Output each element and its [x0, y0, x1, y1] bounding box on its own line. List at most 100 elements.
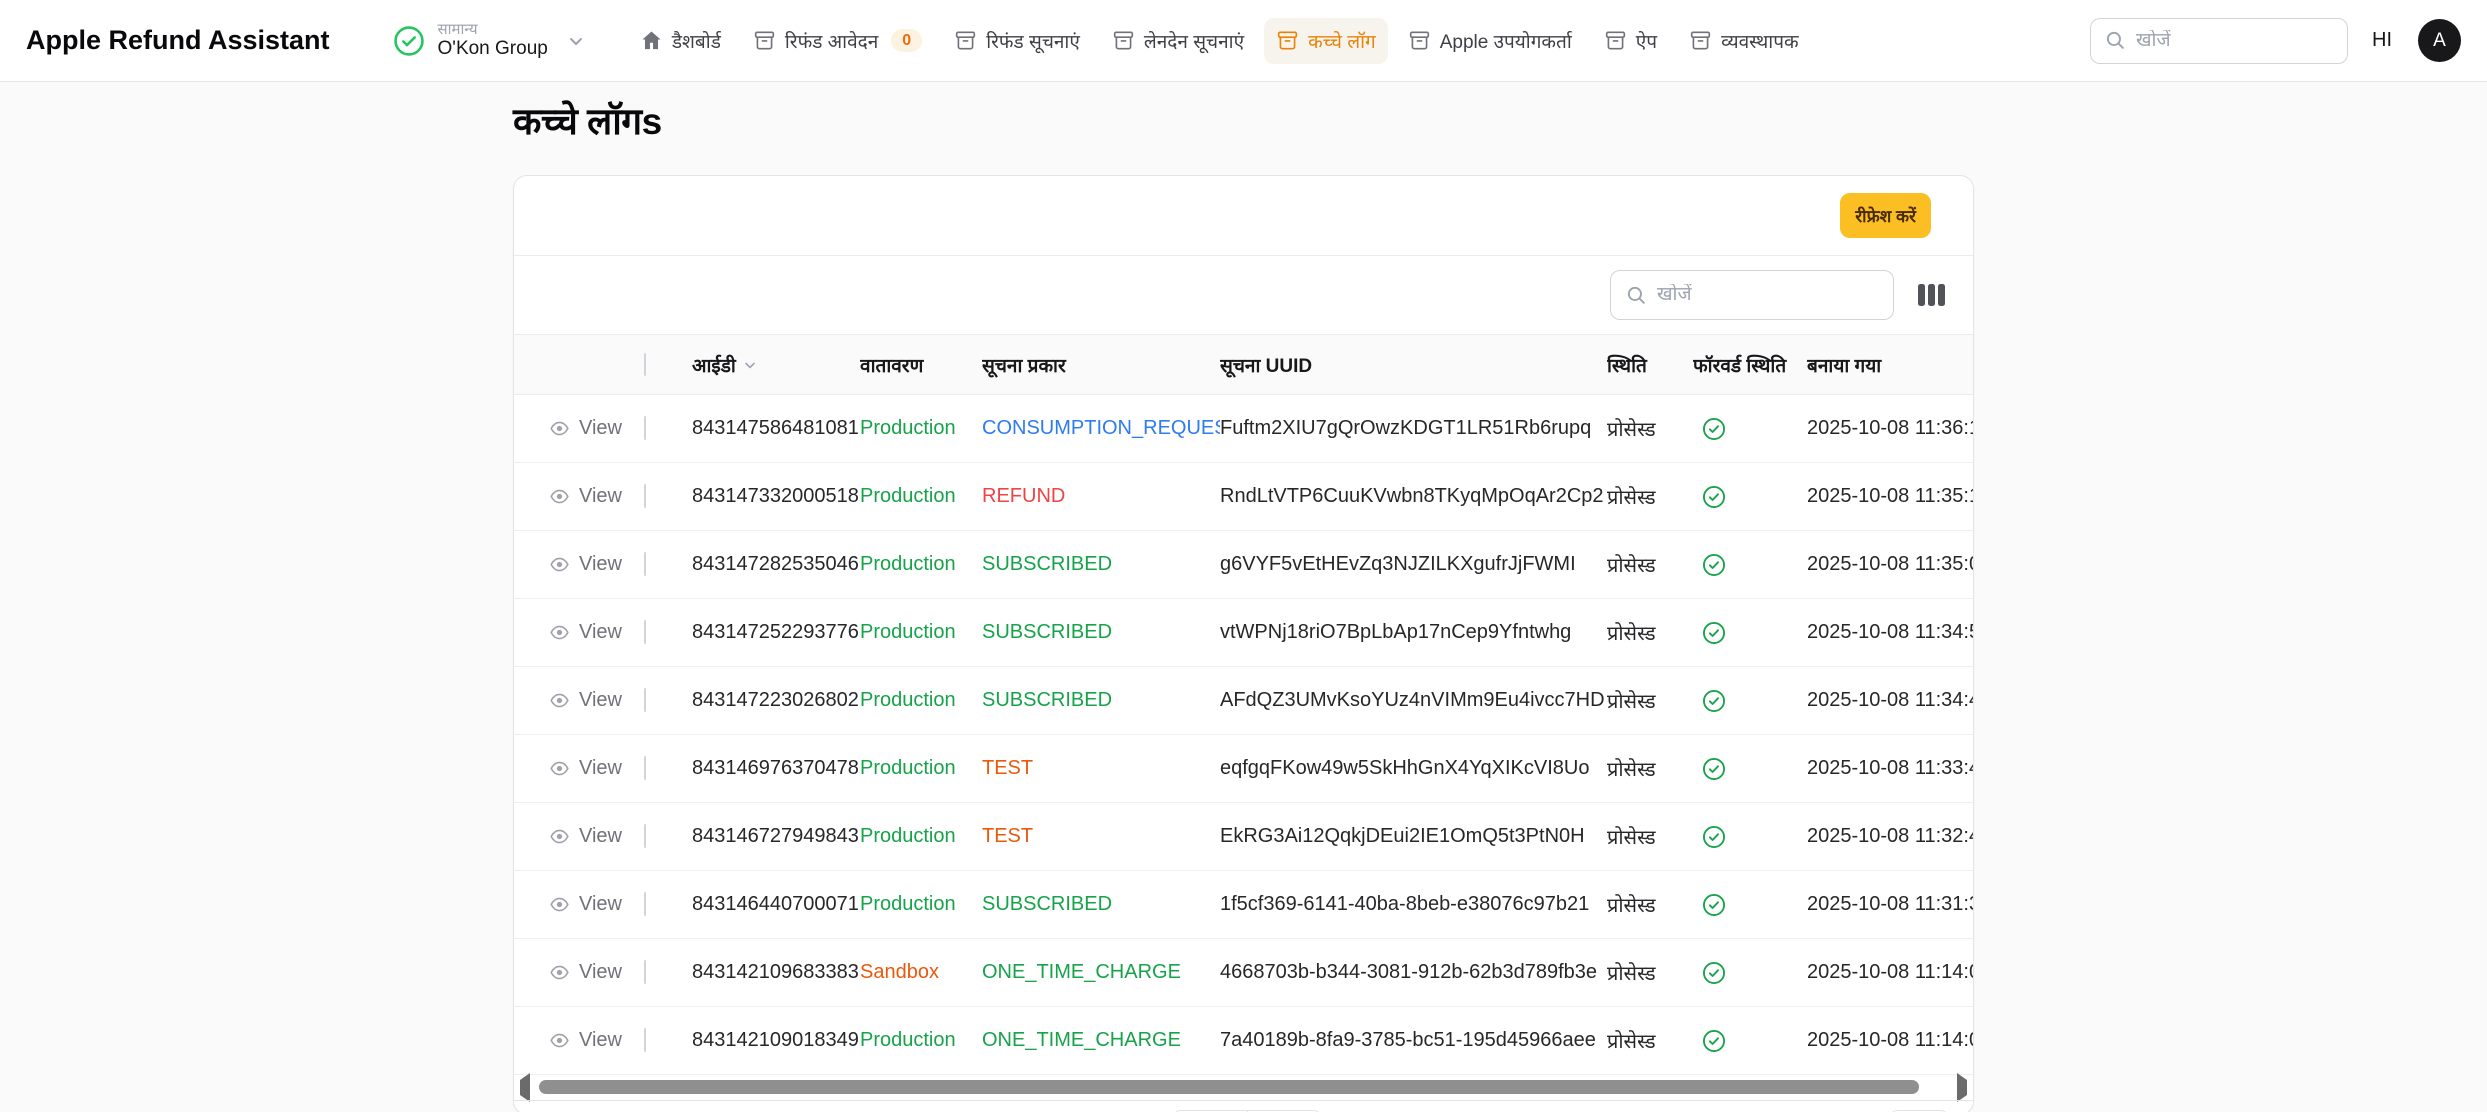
nav-item-label: कच्चे लॉग [1308, 28, 1376, 54]
row-checkbox[interactable] [644, 892, 646, 916]
chevron-down-icon [566, 31, 586, 51]
raw-logs-card: रीफ्रेश करें [513, 175, 1974, 1112]
environment-cell: Production [860, 395, 982, 463]
eye-icon [549, 758, 570, 779]
environment-cell: Production [860, 1007, 982, 1075]
row-checkbox[interactable] [644, 756, 646, 780]
eye-icon [549, 622, 570, 643]
forward-success-icon [1701, 892, 1727, 918]
created-cell: 2025-10-08 11:36:18 [1807, 395, 1973, 463]
nav-item-link[interactable]: रिफंड सूचनाएं [942, 18, 1092, 64]
created-cell: 2025-10-08 11:14:01 [1807, 939, 1973, 1007]
forward-success-icon [1701, 552, 1727, 578]
user-avatar[interactable]: A [2418, 19, 2461, 62]
app-title: Apple Refund Assistant [26, 25, 330, 56]
environment-cell: Production [860, 599, 982, 667]
notification-type-cell: SUBSCRIBED [982, 599, 1220, 667]
scroll-right-button[interactable] [1955, 1080, 1969, 1094]
global-search[interactable] [2090, 18, 2348, 64]
created-cell: 2025-10-08 11:31:38 [1807, 871, 1973, 939]
created-cell: 2025-10-08 11:34:49 [1807, 667, 1973, 735]
row-checkbox[interactable] [644, 484, 646, 508]
nav-item-link[interactable]: व्यवस्थापक [1677, 18, 1811, 64]
card-toolbar: रीफ्रेश करें [514, 176, 1973, 256]
global-search-input[interactable] [2136, 30, 2333, 52]
row-checkbox[interactable] [644, 620, 646, 644]
notification-uuid-cell: g6VYF5vEtHEvZq3NJZILKXgufrJjFWMI [1220, 531, 1607, 599]
row-checkbox[interactable] [644, 552, 646, 576]
nav-item-link[interactable]: Apple उपयोगकर्ता [1396, 18, 1584, 64]
select-all-checkbox[interactable] [644, 353, 646, 376]
scroll-left-button[interactable] [518, 1080, 532, 1094]
row-checkbox[interactable] [644, 1028, 646, 1052]
table-row: View 843146727949843 Production TEST EkR… [514, 803, 1973, 871]
status-cell: प्रोसेस्ड [1607, 599, 1693, 667]
page-title: कच्चे लॉगs [513, 94, 1974, 145]
status-cell: प्रोसेस्ड [1607, 531, 1693, 599]
table-row: View 843147252293776 Production SUBSCRIB… [514, 599, 1973, 667]
status-cell: प्रोसेस्ड [1607, 939, 1693, 1007]
nav-item-link[interactable]: रिफंड आवेदन 0 [741, 18, 934, 64]
view-record-link[interactable]: View [549, 1029, 644, 1052]
sort-by-id[interactable]: आईडी [692, 352, 860, 378]
id-cell: 843142109683383 [692, 939, 860, 1007]
eye-icon [549, 894, 570, 915]
status-cell: प्रोसेस्ड [1607, 667, 1693, 735]
nav-item-label: व्यवस्थापक [1721, 28, 1799, 54]
eye-icon [549, 554, 570, 575]
locale-switcher[interactable]: HI [2372, 29, 2392, 52]
notification-uuid-cell: eqfgqFKow49w5SkHhGnX4YqXIKcVI8Uo [1220, 735, 1607, 803]
table-search-input[interactable] [1657, 284, 1878, 306]
scrollbar-thumb[interactable] [539, 1080, 1919, 1094]
notification-type-cell: ONE_TIME_CHARGE [982, 1007, 1220, 1075]
created-cell: 2025-10-08 11:14:01 [1807, 1007, 1973, 1075]
view-record-link[interactable]: View [549, 961, 644, 984]
row-checkbox[interactable] [644, 824, 646, 848]
created-cell: 2025-10-08 11:35:04 [1807, 531, 1973, 599]
pagination-footer [514, 1100, 1973, 1112]
table-search[interactable] [1610, 270, 1894, 320]
view-record-link[interactable]: View [549, 621, 644, 644]
view-record-link[interactable]: View [549, 893, 644, 916]
created-cell: 2025-10-08 11:34:57 [1807, 599, 1973, 667]
row-checkbox[interactable] [644, 416, 646, 440]
toggle-columns-button[interactable] [1916, 281, 1946, 309]
environment-cell: Production [860, 803, 982, 871]
environment-cell: Sandbox [860, 939, 982, 1007]
row-checkbox[interactable] [644, 960, 646, 984]
nav-item-label: Apple उपयोगकर्ता [1440, 28, 1572, 54]
environment-cell: Production [860, 871, 982, 939]
archive-box-icon [954, 29, 977, 52]
id-cell: 843146727949843 [692, 803, 860, 871]
view-record-link[interactable]: View [549, 825, 644, 848]
tenant-switcher[interactable]: सामान्य O'Kon Group [392, 21, 586, 60]
table-row: View 843147586481081 Production CONSUMPT… [514, 395, 1973, 463]
nav-item-link[interactable]: ऐप [1592, 18, 1669, 64]
nav-item-active[interactable]: कच्चे लॉग [1264, 18, 1388, 64]
view-record-link[interactable]: View [549, 689, 644, 712]
home-icon [640, 29, 663, 52]
nav-item-link[interactable]: लेनदेन सूचनाएं [1100, 18, 1256, 64]
table-header-row: आईडी वातावरण सूचना प्रकार सूचना UUID स्थ… [514, 335, 1973, 395]
view-record-link[interactable]: View [549, 485, 644, 508]
notification-type-cell: SUBSCRIBED [982, 531, 1220, 599]
eye-icon [549, 1030, 570, 1051]
view-record-link[interactable]: View [549, 757, 644, 780]
archive-box-icon [1112, 29, 1135, 52]
refresh-button[interactable]: रीफ्रेश करें [1840, 193, 1931, 238]
status-cell: प्रोसेस्ड [1607, 735, 1693, 803]
table-row: View 843147282535046 Production SUBSCRIB… [514, 531, 1973, 599]
row-checkbox[interactable] [644, 688, 646, 712]
nav-item-link[interactable]: डैशबोर्ड [628, 18, 733, 64]
nav-item-label: ऐप [1636, 28, 1657, 54]
id-cell: 843146976370478 [692, 735, 860, 803]
nav-item-label: डैशबोर्ड [672, 28, 721, 54]
sort-chevron-icon [742, 357, 758, 373]
table-row: View 843147223026802 Production SUBSCRIB… [514, 667, 1973, 735]
view-record-link[interactable]: View [549, 417, 644, 440]
notification-type-cell: ONE_TIME_CHARGE [982, 939, 1220, 1007]
id-cell: 843147586481081 [692, 395, 860, 463]
notification-uuid-cell: 7a40189b-8fa9-3785-bc51-195d45966aee [1220, 1007, 1607, 1075]
view-record-link[interactable]: View [549, 553, 644, 576]
notification-type-header: सूचना प्रकार [982, 335, 1220, 395]
